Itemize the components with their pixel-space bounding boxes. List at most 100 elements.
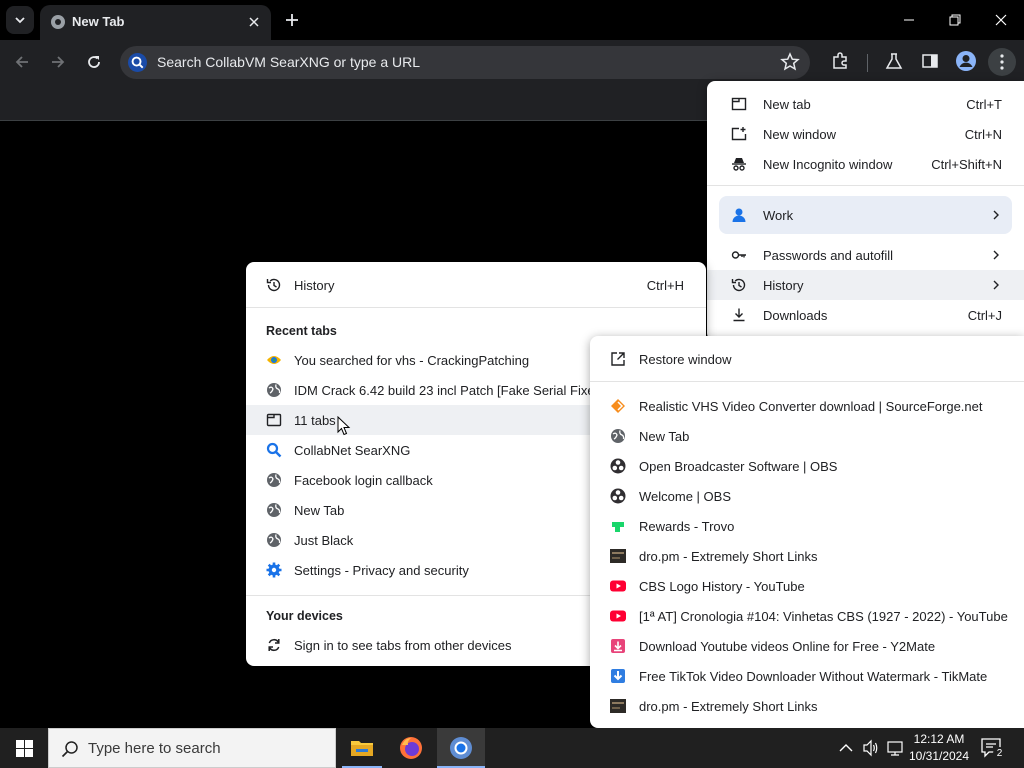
menu-item-new-tab[interactable]: New tab Ctrl+T (707, 89, 1024, 119)
forward-button[interactable] (44, 48, 72, 76)
menu-item-label: CollabNet SearXNG (294, 443, 411, 458)
tab-item[interactable]: [1ª AT] Cronologia #104: Vinhetas CBS (1… (590, 601, 1024, 631)
menu-item-label: Open Broadcaster Software | OBS (639, 459, 838, 474)
notification-center-button[interactable]: 2 (980, 736, 1006, 760)
window-tabs-submenu: Restore window Realistic VHS Video Conve… (590, 336, 1024, 728)
obs-favicon (610, 488, 626, 504)
menu-item-label: Download Youtube videos Online for Free … (639, 639, 936, 654)
notification-count-badge: 2 (993, 747, 1006, 760)
shortcut-label: Ctrl+Shift+N (931, 157, 1002, 172)
globe-icon (267, 503, 281, 517)
search-icon (61, 741, 78, 758)
tab-item[interactable]: New Tab (590, 421, 1024, 451)
chrome-main-menu: New tab Ctrl+T New window Ctrl+N New Inc… (707, 81, 1024, 341)
menu-item-profile-work[interactable]: Work (719, 196, 1012, 234)
puzzle-icon (833, 52, 847, 69)
tab-item[interactable]: dro.pm - Extremely Short Links (590, 691, 1024, 721)
tab-item[interactable]: Download Youtube videos Online for Free … (590, 631, 1024, 661)
menu-item-label: History (294, 278, 335, 293)
shortcut-label: Ctrl+T (966, 97, 1002, 112)
windows-logo-icon (15, 739, 33, 757)
restore-button[interactable] (932, 0, 978, 40)
side-panel-button[interactable] (919, 50, 941, 72)
arrow-right-icon (52, 56, 65, 68)
tab-item[interactable]: dro.pm - Extremely Short Links (590, 541, 1024, 571)
flask-icon (885, 53, 903, 69)
tab-item[interactable]: Rewards - Trovo (590, 511, 1024, 541)
sourceforge-favicon (611, 399, 625, 413)
history-icon (266, 278, 281, 292)
menu-item-passwords-autofill[interactable]: Passwords and autofill (707, 240, 1024, 270)
extensions-button[interactable] (829, 50, 851, 72)
firefox-icon (400, 737, 422, 759)
chrome-icon (450, 737, 472, 759)
shortcut-label: Ctrl+N (964, 127, 1002, 142)
taskbar-chrome[interactable] (437, 728, 485, 768)
chrome-menu-button[interactable] (988, 48, 1016, 76)
taskbar-firefox[interactable] (387, 728, 435, 768)
menu-item-label: Facebook login callback (294, 473, 433, 488)
active-tab[interactable]: New Tab (40, 5, 271, 40)
side-panel-icon (922, 54, 938, 68)
menu-item-history-page[interactable]: History Ctrl+H (246, 270, 706, 300)
shortcut-label: Ctrl+J (967, 308, 1002, 323)
menu-item-label: Rewards - Trovo (639, 519, 735, 534)
new-window-icon (731, 127, 747, 141)
close-icon (995, 14, 1007, 26)
taskbar-file-explorer[interactable] (338, 728, 386, 768)
menu-item-label: Restore window (639, 352, 732, 367)
menu-item-history[interactable]: History (707, 270, 1024, 300)
profile-button[interactable] (955, 50, 977, 72)
tab-item[interactable]: Free TikTok Video Downloader Without Wat… (590, 661, 1024, 691)
volume-icon[interactable] (862, 739, 880, 757)
menu-item-label: New Incognito window (763, 157, 893, 172)
reload-icon (88, 56, 100, 68)
chevron-up-icon[interactable] (838, 740, 854, 756)
menu-divider (246, 307, 706, 308)
menu-item-label: New Tab (294, 503, 345, 518)
close-window-button[interactable] (978, 0, 1024, 40)
taskbar-search-box[interactable]: Type here to search (48, 728, 336, 768)
toolbar: Search CollabVM SearXNG or type a URL (0, 40, 1024, 84)
profile-icon (956, 51, 976, 71)
back-button[interactable] (8, 48, 36, 76)
tab-search-button[interactable] (6, 6, 34, 34)
restore-icon (949, 14, 961, 26)
dropm-favicon (610, 699, 626, 713)
omnibox[interactable]: Search CollabVM SearXNG or type a URL (120, 46, 810, 79)
tab-item[interactable]: Realistic VHS Video Converter download |… (590, 391, 1024, 421)
tab-title: New Tab (72, 14, 125, 29)
tikmate-favicon (611, 669, 625, 683)
close-icon (249, 17, 259, 27)
menu-item-new-window[interactable]: New window Ctrl+N (707, 119, 1024, 149)
search-icon (128, 53, 147, 72)
toolbar-divider (867, 54, 868, 72)
tab-strip: New Tab (0, 0, 1024, 40)
minimize-button[interactable] (886, 0, 932, 40)
menu-item-label: Just Black (294, 533, 354, 548)
tab-item[interactable]: Open Broadcaster Software | OBS (590, 451, 1024, 481)
taskbar-search-placeholder: Type here to search (88, 740, 221, 757)
tab-item[interactable]: CBS Logo History - YouTube (590, 571, 1024, 601)
your-devices-heading: Your devices (266, 609, 343, 623)
menu-item-label: You searched for vhs - CrackingPatching (294, 353, 530, 368)
labs-button[interactable] (883, 50, 905, 72)
chevron-down-icon (15, 17, 25, 24)
globe-icon (267, 533, 281, 547)
taskbar-clock[interactable]: 12:12 AM 10/31/2024 (906, 731, 972, 765)
close-tab-button[interactable] (245, 13, 263, 31)
plus-icon (286, 14, 298, 26)
new-tab-button[interactable] (280, 8, 304, 32)
star-icon[interactable] (780, 52, 800, 72)
start-button[interactable] (0, 728, 48, 768)
menu-item-label: 11 tabs (294, 413, 336, 428)
tab-item[interactable]: Welcome | OBS (590, 481, 1024, 511)
menu-item-new-incognito-window[interactable]: New Incognito window Ctrl+Shift+N (707, 149, 1024, 179)
menu-item-label: New window (763, 127, 836, 142)
menu-item-downloads[interactable]: Downloads Ctrl+J (707, 300, 1024, 330)
trovo-favicon (612, 522, 624, 532)
network-icon[interactable] (886, 739, 904, 757)
menu-item-label: IDM Crack 6.42 build 23 incl Patch [Fake… (294, 383, 606, 398)
reload-button[interactable] (80, 48, 108, 76)
restore-window-item[interactable]: Restore window (590, 344, 1024, 374)
